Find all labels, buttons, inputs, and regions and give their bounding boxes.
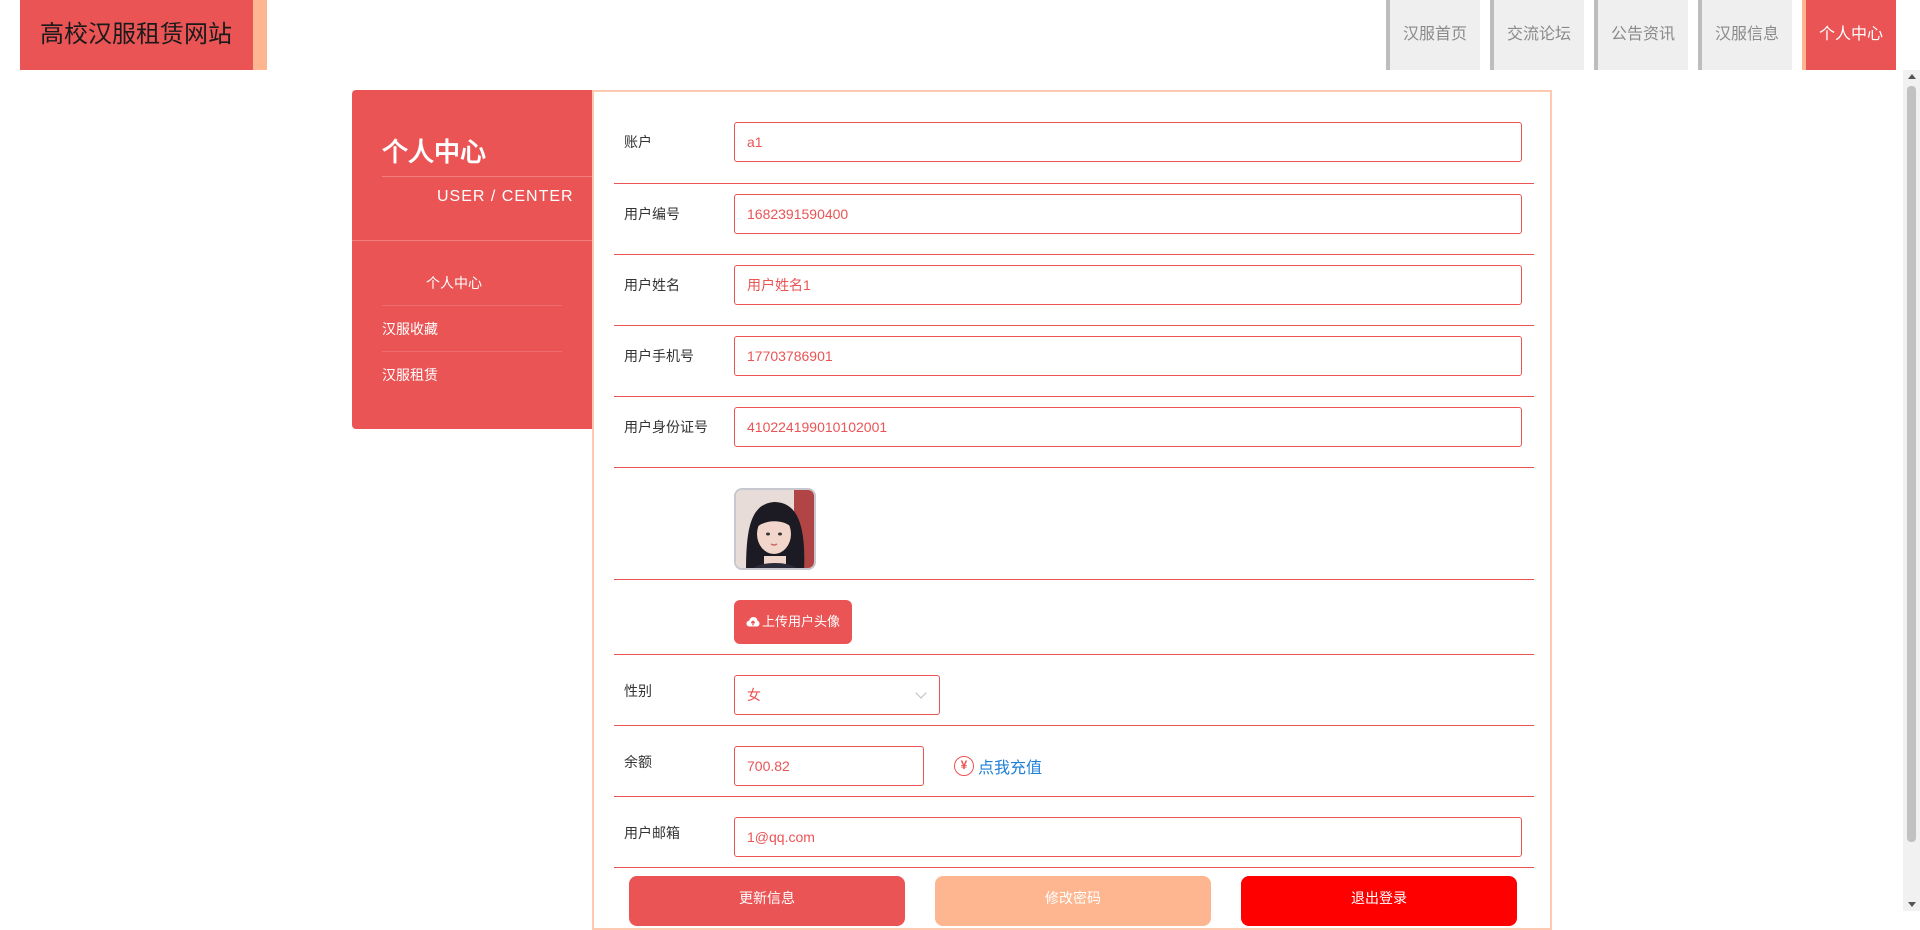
upload-avatar-button[interactable]: 上传用户头像 bbox=[734, 600, 852, 644]
sidebar: 个人中心 USER / CENTER 个人中心 汉服收藏 汉服租赁 bbox=[352, 90, 592, 429]
user-avatar bbox=[734, 488, 816, 570]
top-nav: 汉服首页 交流论坛 公告资讯 汉服信息 个人中心 bbox=[1386, 0, 1896, 70]
scroll-up-arrow-icon[interactable] bbox=[1908, 74, 1916, 79]
nav-item-news[interactable]: 公告资讯 bbox=[1594, 0, 1688, 70]
form-row-id-card: 用户身份证号 410224199010102001 bbox=[614, 397, 1534, 468]
user-no-label: 用户编号 bbox=[624, 206, 680, 222]
nav-item-forum[interactable]: 交流论坛 bbox=[1490, 0, 1584, 70]
account-input[interactable]: a1 bbox=[734, 122, 1522, 162]
site-brand[interactable]: 高校汉服租赁网站 bbox=[20, 0, 267, 70]
sidebar-item-user-center[interactable]: 个人中心 bbox=[382, 260, 562, 306]
form-row-gender: 性别 女 bbox=[614, 655, 1534, 726]
form-row-balance: 余额 700.82 ¥ 点我充值 bbox=[614, 726, 1534, 797]
profile-form-panel: 账户 a1 用户编号 1682391590400 用户姓名 用户姓名1 用户手机… bbox=[592, 90, 1552, 930]
scroll-thumb[interactable] bbox=[1907, 86, 1916, 842]
form-row-avatar bbox=[614, 468, 1534, 580]
sidebar-menu: 个人中心 汉服收藏 汉服租赁 bbox=[382, 260, 562, 398]
gender-label: 性别 bbox=[624, 683, 652, 699]
form-row-upload: 上传用户头像 bbox=[614, 580, 1534, 655]
user-name-input[interactable]: 用户姓名1 bbox=[734, 265, 1522, 305]
phone-label: 用户手机号 bbox=[624, 348, 694, 364]
chevron-down-icon bbox=[915, 687, 927, 699]
form-row-account: 账户 a1 bbox=[614, 112, 1534, 184]
logout-button[interactable]: 退出登录 bbox=[1241, 876, 1517, 926]
sidebar-title: 个人中心 bbox=[382, 137, 487, 167]
form-row-phone: 用户手机号 17703786901 bbox=[614, 326, 1534, 397]
id-card-input[interactable]: 410224199010102001 bbox=[734, 407, 1522, 447]
recharge-link[interactable]: ¥ 点我充值 bbox=[954, 754, 1042, 778]
nav-item-user-center[interactable]: 个人中心 bbox=[1802, 0, 1896, 70]
form-row-email: 用户邮箱 1@qq.com bbox=[614, 797, 1534, 868]
user-no-input[interactable]: 1682391590400 bbox=[734, 194, 1522, 234]
sidebar-divider bbox=[352, 240, 592, 241]
form-row-user-name: 用户姓名 用户姓名1 bbox=[614, 255, 1534, 326]
scroll-down-arrow-icon[interactable] bbox=[1908, 902, 1916, 907]
cloud-upload-icon bbox=[746, 617, 760, 627]
page-scrollbar[interactable] bbox=[1903, 70, 1920, 911]
balance-input[interactable]: 700.82 bbox=[734, 746, 924, 786]
sidebar-title-divider bbox=[382, 176, 592, 177]
change-password-button[interactable]: 修改密码 bbox=[935, 876, 1211, 926]
nav-item-home[interactable]: 汉服首页 bbox=[1386, 0, 1480, 70]
sidebar-item-favorites[interactable]: 汉服收藏 bbox=[382, 306, 562, 352]
avatar-portrait-icon bbox=[736, 490, 814, 568]
balance-label: 余额 bbox=[624, 754, 652, 770]
recharge-label: 点我充值 bbox=[978, 760, 1043, 777]
phone-input[interactable]: 17703786901 bbox=[734, 336, 1522, 376]
sidebar-item-rentals[interactable]: 汉服租赁 bbox=[382, 352, 562, 398]
email-input[interactable]: 1@qq.com bbox=[734, 817, 1522, 857]
id-card-label: 用户身份证号 bbox=[624, 419, 708, 435]
account-label: 账户 bbox=[624, 134, 652, 150]
gender-value: 女 bbox=[747, 687, 761, 703]
nav-item-hanfu-info[interactable]: 汉服信息 bbox=[1698, 0, 1792, 70]
email-label: 用户邮箱 bbox=[624, 825, 680, 841]
form-row-user-no: 用户编号 1682391590400 bbox=[614, 184, 1534, 255]
yen-icon: ¥ bbox=[954, 756, 974, 776]
upload-avatar-label: 上传用户头像 bbox=[761, 614, 840, 629]
sidebar-subtitle: USER / CENTER bbox=[437, 188, 574, 205]
user-name-label: 用户姓名 bbox=[624, 277, 680, 293]
update-info-button[interactable]: 更新信息 bbox=[629, 876, 905, 926]
gender-select[interactable]: 女 bbox=[734, 675, 940, 715]
